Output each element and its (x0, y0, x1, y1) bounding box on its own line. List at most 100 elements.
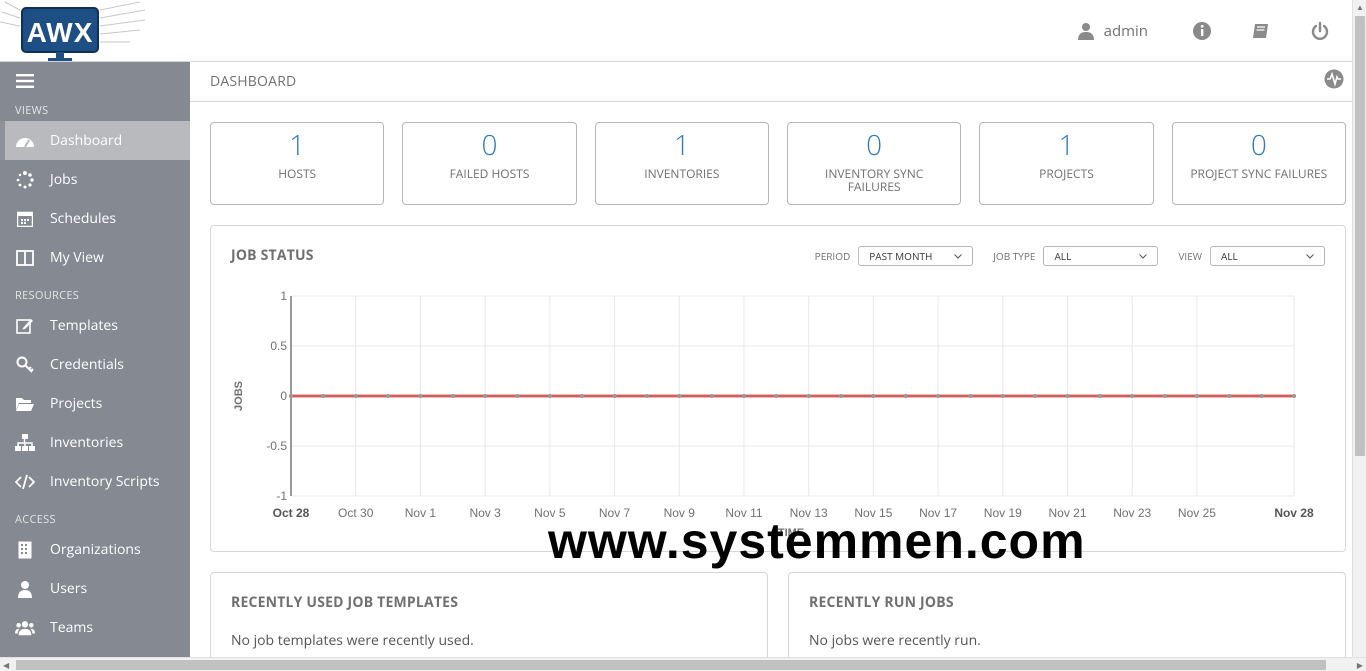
recent-jobs-empty-message: No jobs were recently run. (809, 631, 981, 650)
page-header: DASHBOARD (190, 62, 1352, 102)
sidebar: VIEWS Dashboard Jobs Schedules My View R… (0, 62, 190, 657)
sidebar-item-projects[interactable]: Projects (0, 384, 190, 423)
data-point (903, 394, 908, 398)
user-icon (15, 579, 35, 599)
period-select[interactable]: PAST MONTH (858, 246, 974, 266)
y-tick-label: -0.5 (266, 439, 287, 453)
count-card-failed-hosts[interactable]: 0 FAILED HOSTS (402, 122, 577, 205)
data-point (580, 394, 585, 398)
sidebar-item-my-view[interactable]: My View (0, 238, 190, 277)
job-type-select[interactable]: ALL (1043, 246, 1159, 266)
top-header: AWX admin (0, 0, 1352, 62)
data-point (677, 394, 682, 398)
sidebar-item-label: Dashboard (50, 131, 123, 150)
view-select[interactable]: ALL (1210, 246, 1325, 266)
scroll-up-icon[interactable]: ▲ (1356, 2, 1364, 13)
y-tick-label: -1 (276, 489, 287, 503)
data-point (1194, 394, 1199, 398)
count-card-projects[interactable]: 1 PROJECTS (979, 122, 1154, 205)
data-point (644, 394, 649, 398)
data-point (483, 394, 488, 398)
sidebar-item-organizations[interactable]: Organizations (0, 530, 190, 569)
hamburger-icon (16, 74, 34, 88)
docs-book-icon[interactable] (1249, 19, 1273, 43)
data-point (1097, 394, 1102, 398)
data-point (1130, 394, 1135, 398)
chevron-down-icon (1139, 253, 1148, 259)
data-point (968, 394, 973, 398)
job-status-panel: 1 0.5 0 -0.5 -1 Oct 28 Oct 30 Nov 1 Nov 3 Nov 5 No… (210, 225, 1346, 552)
sidebar-item-inventories[interactable]: Inventories (0, 423, 190, 462)
data-point (353, 394, 358, 398)
sidebar-item-credentials[interactable]: Credentials (0, 345, 190, 384)
section-views: VIEWS (15, 103, 49, 118)
sidebar-item-users[interactable]: Users (0, 569, 190, 608)
count-value: 0 (866, 126, 883, 164)
data-point (1259, 394, 1264, 398)
data-point (806, 394, 811, 398)
chevron-down-icon (954, 253, 963, 259)
data-point (321, 394, 326, 398)
dashboard-gauge-icon (15, 131, 35, 151)
sidebar-item-dashboard[interactable]: Dashboard (0, 121, 190, 160)
count-card-inventories[interactable]: 1 INVENTORIES (594, 122, 769, 205)
building-icon (15, 540, 35, 560)
data-point (1033, 394, 1038, 398)
users-group-icon (15, 618, 35, 638)
job-type-value: ALL (1054, 249, 1072, 263)
count-label: FAILED HOSTS (449, 165, 530, 182)
sidebar-item-inventory-scripts[interactable]: Inventory Scripts (0, 462, 190, 501)
sidebar-item-jobs[interactable]: Jobs (0, 160, 190, 199)
horizontal-scroll-thumb[interactable] (16, 660, 1326, 670)
horizontal-scrollbar[interactable]: ◀ ▶ (0, 657, 1366, 671)
data-point (289, 394, 293, 398)
view-label: VIEW (1178, 249, 1202, 263)
view-value: ALL (1221, 249, 1238, 263)
count-card-hosts[interactable]: 1 HOSTS (210, 122, 385, 205)
sidebar-item-teams[interactable]: Teams (0, 608, 190, 647)
data-point (774, 394, 779, 398)
data-point (1065, 394, 1070, 398)
data-point (936, 394, 941, 398)
sidebar-item-label: Credentials (50, 355, 124, 374)
vertical-scroll-thumb[interactable] (1355, 16, 1365, 456)
sidebar-item-label: Inventories (50, 433, 124, 452)
logout-power-icon[interactable] (1308, 19, 1332, 43)
count-value: 1 (673, 126, 690, 164)
awx-logo[interactable]: AWX (0, 0, 150, 62)
recent-jobs-title: RECENTLY RUN JOBS (809, 593, 954, 612)
jobs-spinner-icon (15, 170, 35, 190)
user-menu[interactable]: admin (1077, 21, 1148, 41)
scroll-left-icon[interactable]: ◀ (3, 660, 9, 671)
y-tick-label: 0.5 (270, 339, 287, 353)
activity-stream-icon[interactable] (1324, 69, 1344, 94)
user-icon (1077, 23, 1094, 40)
sidebar-item-label: Organizations (50, 540, 141, 559)
scroll-right-icon[interactable]: ▶ (1357, 660, 1363, 671)
count-card-project-sync-failures[interactable]: 0 PROJECT SYNC FAILURES (1171, 122, 1346, 205)
sidebar-item-label: Jobs (50, 170, 78, 189)
data-point (839, 394, 844, 398)
vertical-scrollbar[interactable]: ▲ (1352, 0, 1366, 657)
count-card-inventory-sync-failures[interactable]: 0 INVENTORY SYNC FAILURES (786, 122, 962, 205)
sidebar-item-label: Users (50, 579, 88, 598)
count-cards: 1 HOSTS 0 FAILED HOSTS 1 INVENTORIES 0 I… (210, 122, 1346, 205)
sidebar-item-templates[interactable]: Templates (0, 306, 190, 345)
x-tick-label: Nov 1 (405, 506, 437, 520)
sidebar-item-schedules[interactable]: Schedules (0, 199, 190, 238)
app: AWX admin VIEWS Dashboard Jobs Schedules… (0, 0, 1366, 671)
sidebar-item-label: Templates (50, 316, 118, 335)
count-label: PROJECT SYNC FAILURES (1190, 165, 1328, 182)
count-value: 1 (1058, 126, 1075, 164)
menu-toggle[interactable] (0, 62, 190, 100)
x-tick-label: Nov 23 (1113, 506, 1151, 520)
data-point (450, 394, 455, 398)
sidebar-item-label: Inventory Scripts (50, 472, 160, 491)
sidebar-item-label: Schedules (50, 209, 117, 228)
count-label: INVENTORY SYNC FAILURES (824, 165, 924, 195)
y-tick-label: 1 (280, 289, 287, 303)
job-status-title: JOB STATUS (231, 246, 314, 265)
info-icon[interactable] (1190, 19, 1214, 43)
code-icon (15, 472, 35, 492)
y-axis-label: JOBS (233, 381, 245, 411)
